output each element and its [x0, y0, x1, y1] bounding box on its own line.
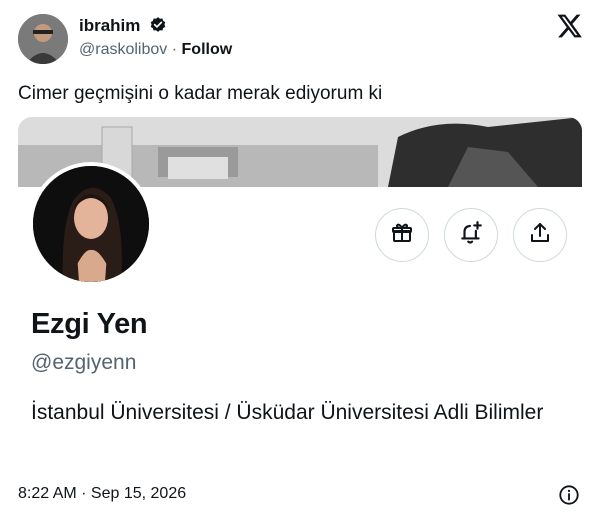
share-icon [528, 221, 552, 250]
author-name-row[interactable]: ibrahim [79, 16, 167, 39]
author-avatar[interactable] [18, 14, 68, 64]
author-name[interactable]: ibrahim [79, 16, 140, 35]
author-handle[interactable]: @raskolibov [79, 41, 167, 58]
profile-bio: İstanbul Üniversitesi / Üsküdar Üniversi… [31, 401, 544, 424]
gift-button[interactable] [375, 208, 429, 262]
notify-button[interactable] [444, 208, 498, 262]
profile-display-name: Ezgi Yen [31, 308, 148, 340]
x-logo-icon[interactable] [557, 14, 583, 38]
tweet-media[interactable]: Ezgi Yen @ezgiyenn İstanbul Üniversitesi… [18, 117, 582, 469]
info-icon[interactable] [558, 484, 580, 506]
follow-button[interactable]: Follow [182, 41, 233, 58]
separator-dot: · [171, 41, 178, 58]
bell-plus-icon [458, 220, 484, 251]
gift-icon [390, 221, 414, 250]
tweet-timestamp[interactable]: 8:22 AM · Sep 15, 2026 [18, 484, 186, 504]
tweet-text: Cimer geçmişini o kadar merak ediyorum k… [18, 83, 383, 104]
profile-avatar[interactable] [29, 162, 153, 286]
profile-card: Ezgi Yen @ezgiyenn İstanbul Üniversitesi… [18, 162, 582, 469]
verified-badge-icon [149, 16, 167, 39]
share-button[interactable] [513, 208, 567, 262]
author-subline: @raskolibov · Follow [79, 40, 232, 60]
tweet: ibrahim @raskolibov · Follow Cimer geçmi… [0, 0, 600, 525]
profile-handle: @ezgiyenn [31, 351, 137, 374]
profile-meta-cutoff [31, 466, 261, 469]
